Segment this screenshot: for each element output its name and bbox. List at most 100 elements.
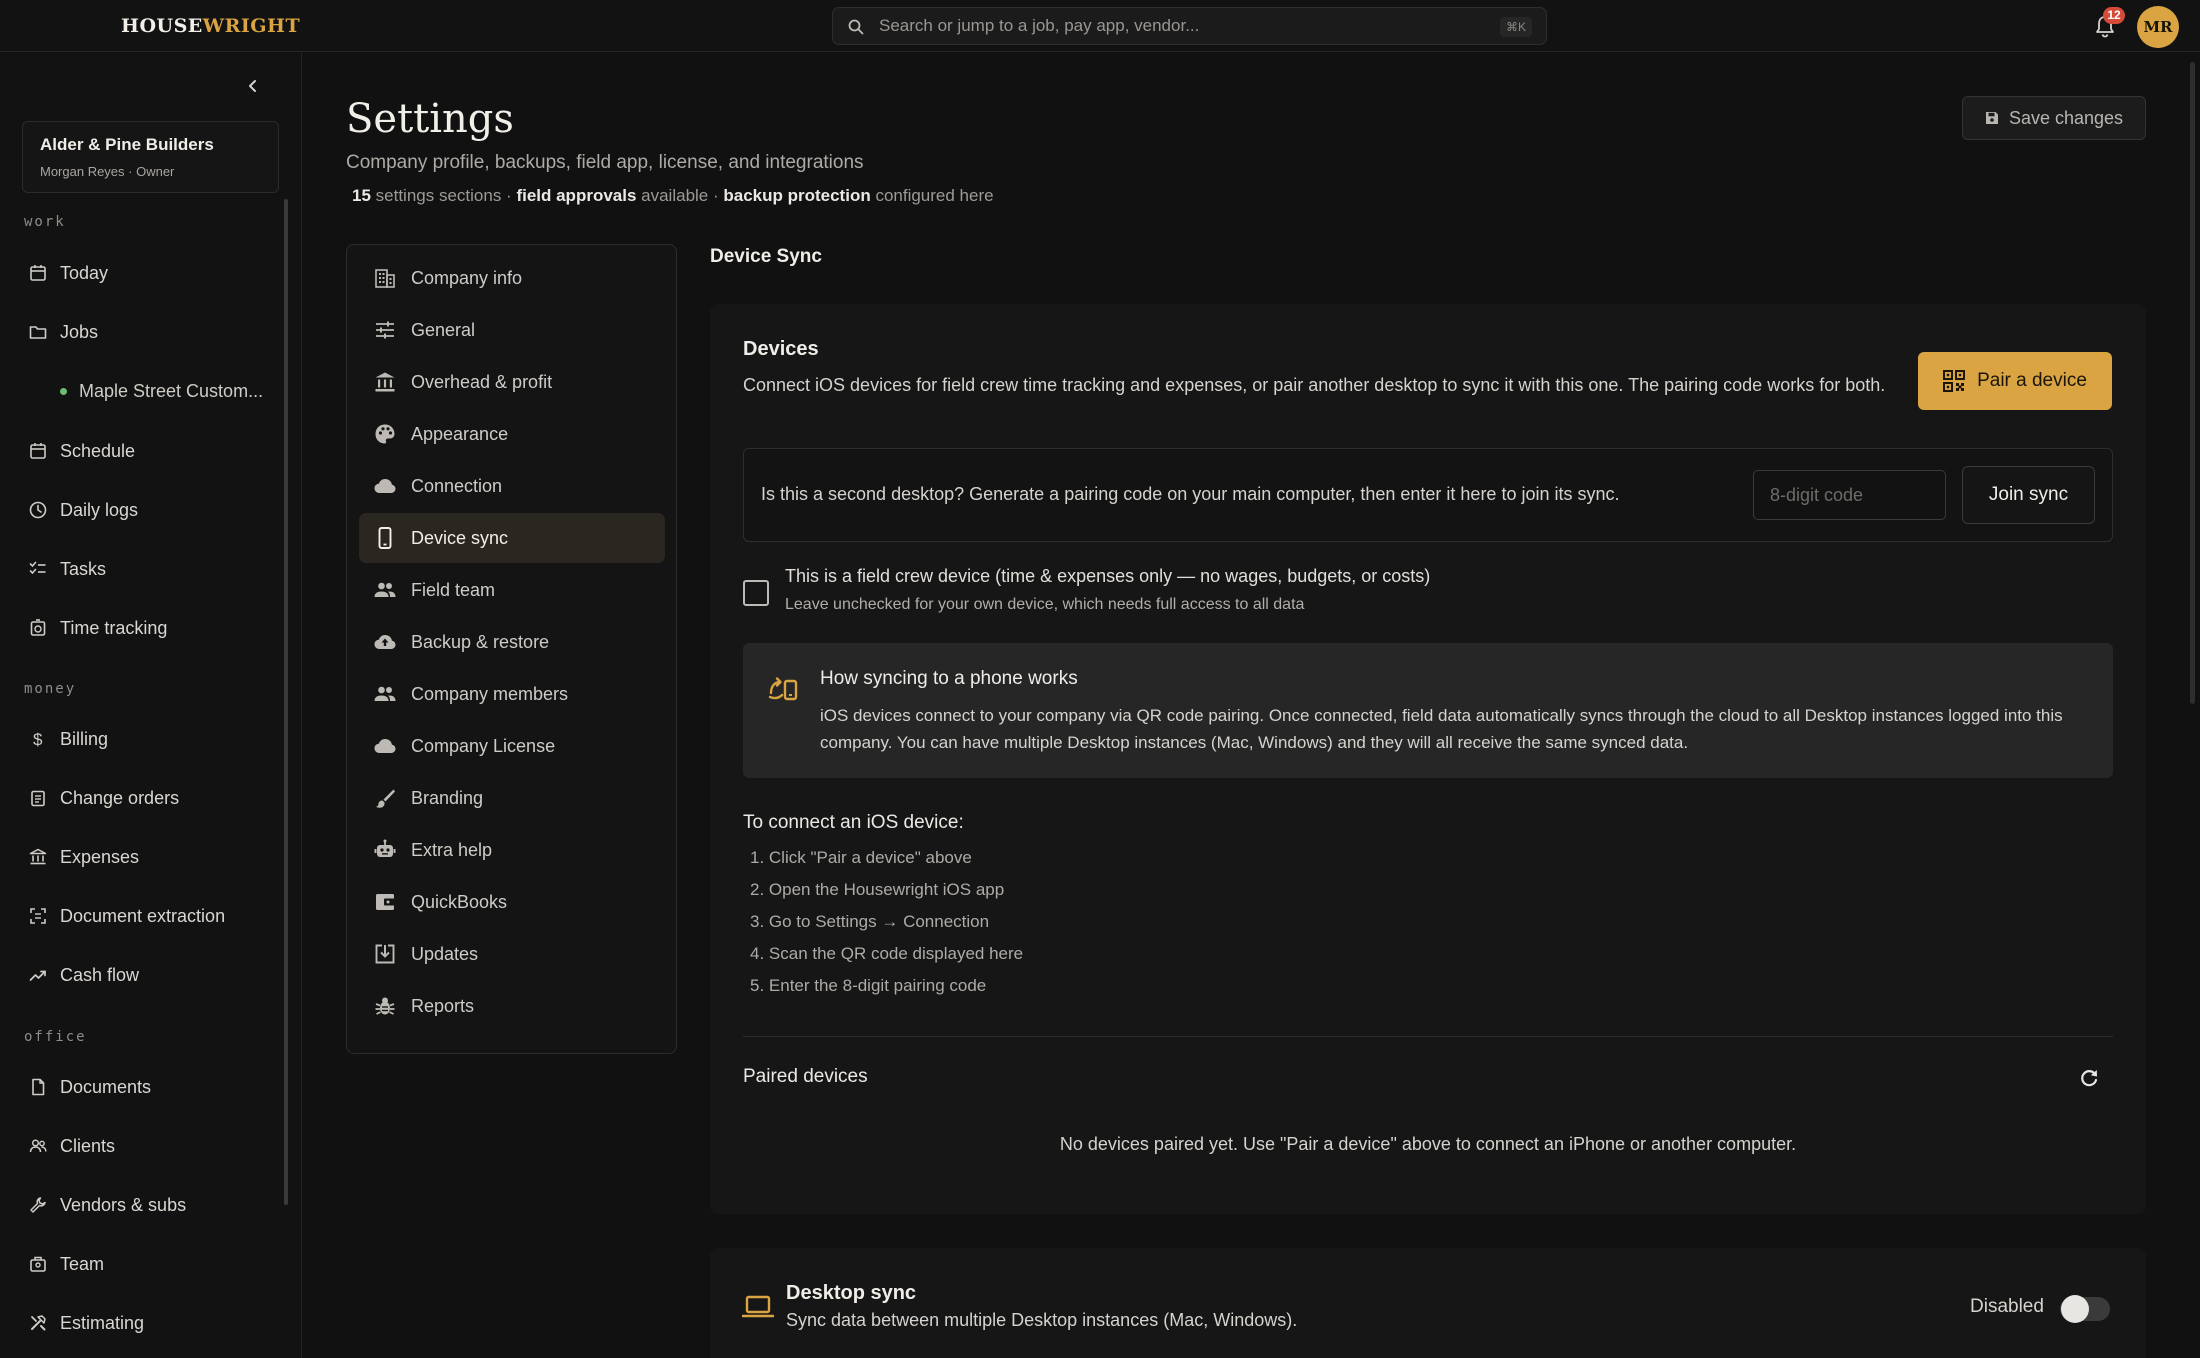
sidebar-item-label: Change orders (60, 787, 180, 808)
desktop-sync-toggle[interactable] (2060, 1295, 2110, 1323)
bank-icon (373, 370, 397, 394)
field-crew-label[interactable]: This is a field crew device (time & expe… (785, 566, 1430, 587)
settings-item-connection[interactable]: Connection (359, 461, 665, 511)
settings-item-label: Connection (411, 475, 503, 496)
notification-count-badge: 12 (2103, 7, 2125, 24)
devices-card: Devices Connect iOS devices for field cr… (710, 304, 2146, 1214)
settings-item-label: Field team (411, 579, 496, 600)
sidebar-item-clients[interactable]: Clients (28, 1128, 278, 1164)
download-icon (373, 942, 397, 966)
floppy-icon (1985, 111, 2009, 125)
settings-item-label: Overhead & profit (411, 371, 553, 392)
settings-item-label: Backup & restore (411, 631, 550, 652)
sidebar-item-time-tracking[interactable]: Time tracking (28, 610, 278, 646)
settings-item-appearance[interactable]: Appearance (359, 409, 665, 459)
sidebar-item-estimating[interactable]: Estimating (28, 1305, 278, 1341)
sidebar-scrollbar[interactable] (284, 199, 288, 1205)
settings-item-label: Extra help (411, 839, 493, 860)
search-icon (848, 19, 864, 35)
main-scrollbar[interactable] (2190, 62, 2195, 704)
stopwatch-icon (28, 618, 48, 638)
brush-icon (373, 786, 397, 810)
logo-part-wright: WRIGHT (202, 15, 301, 37)
sidebar-item-today[interactable]: Today (28, 255, 278, 291)
desktop-sync-heading: Desktop sync (786, 1282, 917, 1304)
page-meta: 15 settings sections · field approvals a… (352, 186, 994, 206)
sidebar-item-jobs[interactable]: Jobs (28, 314, 278, 350)
clipboard-icon (28, 788, 48, 808)
sidebar-item-documents[interactable]: Documents (28, 1069, 278, 1105)
meta-text: configured here (870, 186, 994, 205)
refresh-icon[interactable] (2078, 1067, 2100, 1089)
sidebar-item-vendors-subs[interactable]: Vendors & subs (28, 1187, 278, 1223)
cloud-upload-icon (373, 630, 397, 654)
join-sync-button[interactable]: Join sync (1962, 466, 2095, 524)
sidebar-job-maple-street[interactable]: Maple Street Custom... (60, 376, 280, 406)
settings-item-company-members[interactable]: Company members (359, 669, 665, 719)
section-label-money: money (24, 681, 77, 697)
company-switcher[interactable]: Alder & Pine Builders Morgan Reyes · Own… (22, 121, 279, 193)
settings-item-extra-help[interactable]: Extra help (359, 825, 665, 875)
settings-item-updates[interactable]: Updates (359, 929, 665, 979)
settings-item-label: Company info (411, 267, 523, 288)
settings-item-label: QuickBooks (411, 891, 508, 912)
settings-item-backup-restore[interactable]: Backup & restore (359, 617, 665, 667)
user-avatar[interactable]: MR (2137, 6, 2179, 48)
sidebar-item-tasks[interactable]: Tasks (28, 551, 278, 587)
settings-item-reports[interactable]: Reports (359, 981, 665, 1031)
search-input[interactable] (879, 10, 1479, 42)
join-sync-prompt: Is this a second desktop? Generate a pai… (761, 484, 1620, 504)
cloud-icon (373, 734, 397, 758)
global-search[interactable]: ⌘K (832, 7, 1547, 45)
meta-text: available · (636, 186, 724, 205)
sidebar: Alder & Pine Builders Morgan Reyes · Own… (0, 53, 302, 1358)
bug-icon (373, 994, 397, 1018)
settings-item-company-info[interactable]: Company info (359, 253, 665, 303)
collapse-sidebar-icon[interactable] (244, 77, 262, 95)
save-label: Save changes (2008, 107, 2124, 128)
settings-menu: Company info General Overhead & profit A… (346, 244, 677, 1054)
settings-item-label: Updates (411, 943, 479, 964)
settings-item-label: Company members (411, 683, 569, 704)
sidebar-item-document-extraction[interactable]: Document extraction (28, 898, 278, 934)
sidebar-item-label: Document extraction (60, 905, 226, 926)
document-icon (28, 1077, 48, 1097)
pairing-code-input[interactable] (1753, 470, 1946, 520)
sidebar-item-expenses[interactable]: Expenses (28, 839, 278, 875)
save-changes-button[interactable]: Save changes (1962, 96, 2146, 140)
sidebar-item-label: Vendors & subs (60, 1194, 187, 1215)
pair-device-label: Pair a device (1977, 370, 2087, 391)
sidebar-item-daily-logs[interactable]: Daily logs (28, 492, 278, 528)
meta-count: 15 (352, 186, 371, 205)
logo-part-house: HOUSE (121, 15, 203, 37)
sidebar-item-billing[interactable]: $ Billing (28, 721, 278, 757)
sidebar-item-schedule[interactable]: Schedule (28, 433, 278, 469)
paired-devices-empty: No devices paired yet. Use "Pair a devic… (1059, 1134, 1797, 1154)
building-icon (373, 266, 397, 290)
settings-item-general[interactable]: General (359, 305, 665, 355)
sidebar-item-team[interactable]: Team (28, 1246, 278, 1282)
settings-item-overhead-profit[interactable]: Overhead & profit (359, 357, 665, 407)
ios-step: 1. Click "Pair a device" above (750, 848, 972, 867)
sidebar-item-change-orders[interactable]: Change orders (28, 780, 278, 816)
sidebar-item-cash-flow[interactable]: Cash flow (28, 957, 278, 993)
people-icon (28, 1136, 48, 1156)
team-icon (28, 1254, 48, 1274)
field-crew-checkbox[interactable] (743, 580, 769, 606)
pair-device-button[interactable]: Pair a device (1918, 352, 2112, 410)
phone-sync-info: How syncing to a phone works iOS devices… (743, 643, 2113, 778)
calendar-icon (28, 263, 48, 283)
sidebar-item-label: Cash flow (60, 964, 140, 985)
sidebar-item-label: Expenses (60, 846, 140, 867)
settings-item-field-team[interactable]: Field team (359, 565, 665, 615)
settings-item-branding[interactable]: Branding (359, 773, 665, 823)
settings-item-quickbooks[interactable]: QuickBooks (359, 877, 665, 927)
sidebar-item-label: Today (60, 262, 109, 283)
sidebar-item-label: Estimating (60, 1312, 145, 1333)
meta-field-approvals: field approvals (516, 186, 637, 205)
settings-item-company-license[interactable]: Company License (359, 721, 665, 771)
settings-item-device-sync[interactable]: Device sync (359, 513, 665, 563)
app-logo[interactable]: HOUSEWRIGHT (121, 15, 300, 37)
ios-step: 5. Enter the 8-digit pairing code (750, 976, 987, 995)
settings-item-label: Appearance (411, 423, 509, 444)
